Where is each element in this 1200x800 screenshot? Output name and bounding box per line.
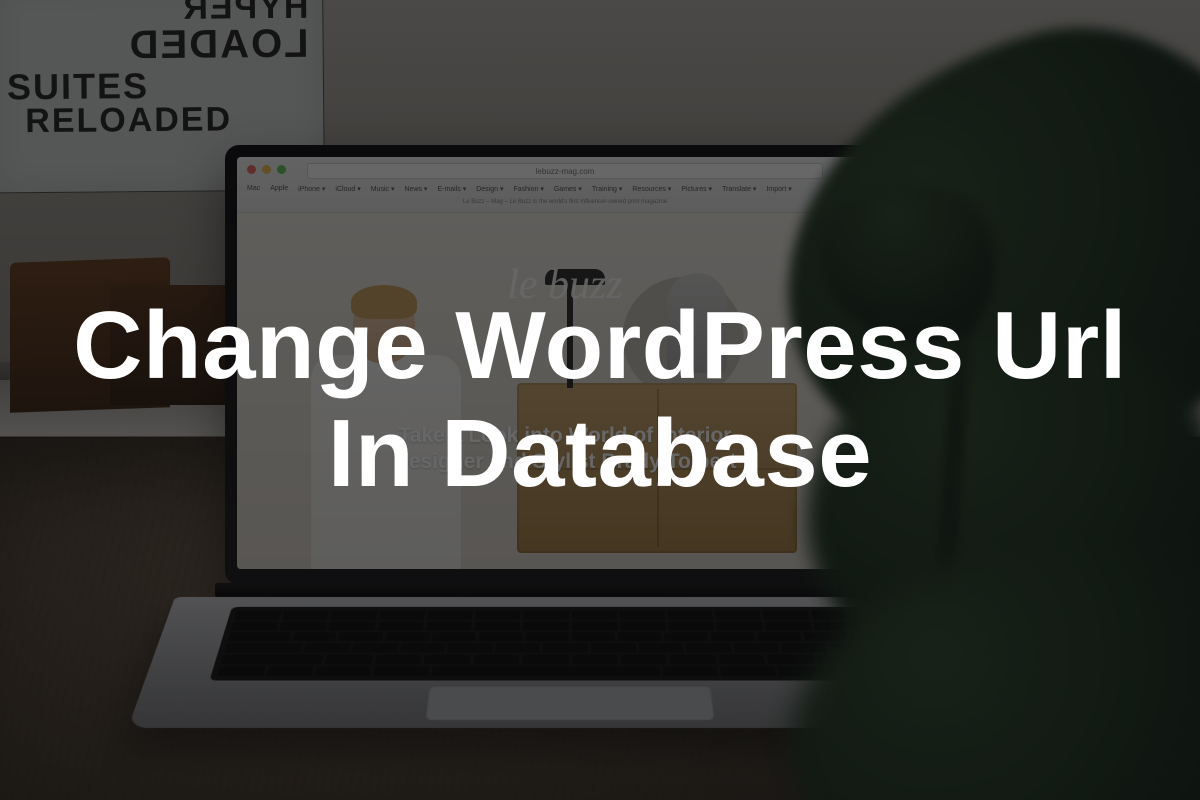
featured-image: HYPER LOADED SUITES RELOADED lebuzz-mag.… [0,0,1200,800]
overlay-headline: Change WordPress Url In Database [0,0,1200,800]
